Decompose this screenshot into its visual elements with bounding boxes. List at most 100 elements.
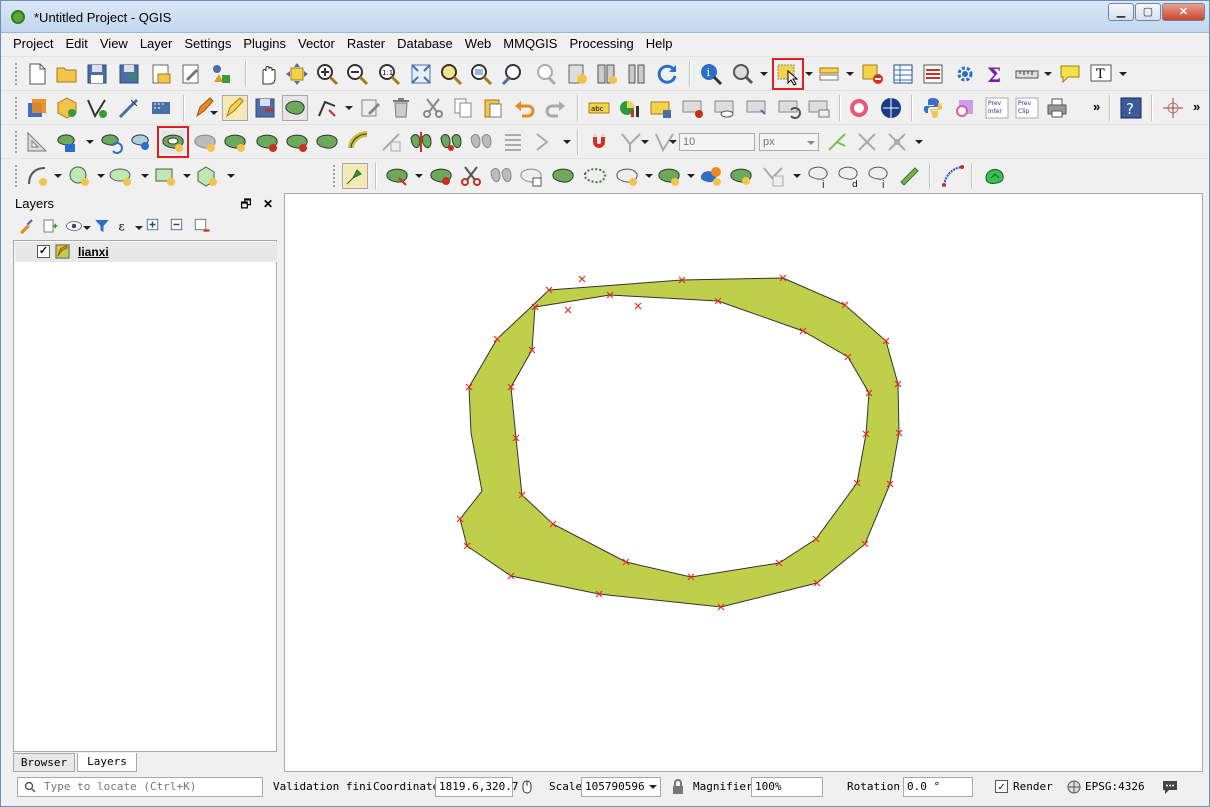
ring-polygon[interactable]: [459, 277, 900, 608]
dropdown-arrow-icon[interactable]: [54, 174, 62, 178]
crosshair-icon[interactable]: [1161, 96, 1185, 120]
style-manager-icon[interactable]: [209, 62, 233, 86]
polygon-d-icon[interactable]: d: [837, 164, 861, 188]
field-calculator-sigma-icon[interactable]: Σ: [983, 62, 1007, 86]
menu-plugins[interactable]: Plugins: [237, 33, 292, 55]
snapping-magnet-icon[interactable]: [587, 130, 611, 154]
ruler-stripes-icon[interactable]: [897, 164, 921, 188]
coordinate-field[interactable]: 1819.6,320.7: [435, 777, 518, 797]
add-regular-polygon-icon[interactable]: [195, 164, 219, 188]
fill-ring-icon[interactable]: [223, 130, 247, 154]
delete-selected-icon[interactable]: [389, 96, 413, 120]
save-layer-edits-icon[interactable]: [253, 96, 277, 120]
label-abc-icon[interactable]: abc: [587, 96, 611, 120]
dropdown-arrow-icon[interactable]: [563, 140, 571, 144]
dropdown-arrow-icon[interactable]: [86, 140, 94, 144]
python-console-icon[interactable]: [921, 96, 945, 120]
polygon-outline-icon[interactable]: [519, 164, 543, 188]
dropdown-arrow-icon[interactable]: [915, 140, 923, 144]
locator-input[interactable]: Type to locate (Ctrl+K): [17, 777, 263, 797]
identify-features-icon[interactable]: i: [699, 62, 723, 86]
menu-mmqgis[interactable]: MMQGIS: [497, 33, 563, 55]
show-bookmarks-icon[interactable]: [595, 62, 619, 86]
vertex-editor-icon[interactable]: [761, 164, 785, 188]
reshape-features-icon[interactable]: [315, 130, 339, 154]
open-layer-styling-icon[interactable]: [17, 217, 35, 235]
menu-help[interactable]: Help: [640, 33, 679, 55]
split-polygon-icon[interactable]: [385, 164, 409, 188]
merge-attributes-icon[interactable]: [501, 130, 525, 154]
messages-bubble-icon[interactable]: [1161, 779, 1179, 795]
refresh-icon[interactable]: [655, 62, 679, 86]
diagram-options-icon[interactable]: [617, 96, 641, 120]
tab-browser[interactable]: Browser: [13, 753, 75, 772]
toolbar-overflow-chevron-icon[interactable]: »: [1093, 99, 1100, 114]
dropdown-arrow-icon[interactable]: [687, 174, 695, 178]
green-polygon-plugin-icon[interactable]: [983, 164, 1007, 188]
polygon-f-icon[interactable]: j: [867, 164, 891, 188]
dropdown-arrow-icon[interactable]: [793, 174, 801, 178]
menu-edit[interactable]: Edit: [59, 33, 93, 55]
polygon-j-icon[interactable]: j: [807, 164, 831, 188]
current-edits-icon[interactable]: [193, 96, 217, 120]
zoom-last-icon[interactable]: [501, 62, 525, 86]
show-hide-labels-icon[interactable]: [713, 96, 737, 120]
menu-vector[interactable]: Vector: [292, 33, 341, 55]
add-rectangle-icon[interactable]: [153, 164, 177, 188]
undo-icon[interactable]: [513, 96, 537, 120]
bezier-curve-icon[interactable]: [941, 164, 965, 188]
dropdown-arrow-icon[interactable]: [669, 140, 677, 144]
data-source-manager-icon[interactable]: [25, 96, 49, 120]
print-icon[interactable]: [1045, 96, 1069, 120]
cut-features-icon[interactable]: [421, 96, 445, 120]
layer-row[interactable]: ✓ lianxi: [15, 242, 277, 262]
minimize-button[interactable]: ▁: [1108, 3, 1134, 21]
zoom-to-selection-icon[interactable]: [439, 62, 463, 86]
expand-all-icon[interactable]: [145, 217, 163, 235]
menu-settings[interactable]: Settings: [178, 33, 237, 55]
prev-clip-icon[interactable]: PrevClip: [1015, 96, 1039, 120]
copy-features-icon[interactable]: [451, 96, 475, 120]
toolbar-grip[interactable]: [333, 165, 337, 187]
dropdown-arrow-icon[interactable]: [97, 174, 105, 178]
merge-selected-features-icon[interactable]: [469, 130, 493, 154]
offset-curve-icon[interactable]: [347, 130, 371, 154]
dropdown-arrow-icon[interactable]: [141, 174, 149, 178]
new-print-layout-icon[interactable]: [149, 62, 173, 86]
dropdown-arrow-icon[interactable]: [1119, 72, 1127, 76]
collapse-all-icon[interactable]: [169, 217, 187, 235]
dropdown-arrow-icon[interactable]: [415, 174, 423, 178]
snap-to-vertex-icon[interactable]: [619, 130, 643, 154]
reverse-line-icon[interactable]: [379, 130, 403, 154]
dropdown-arrow-icon[interactable]: [345, 106, 353, 110]
measure-line-icon[interactable]: [1015, 62, 1039, 86]
change-label-icon[interactable]: [807, 96, 831, 120]
dropdown-arrow-icon[interactable]: [210, 111, 218, 115]
add-polygon-feature-icon[interactable]: [282, 95, 308, 121]
deselect-features-icon[interactable]: [861, 62, 885, 86]
zoom-out-icon[interactable]: [345, 62, 369, 86]
add-group-icon[interactable]: [41, 217, 59, 235]
toolbar-grip[interactable]: [15, 97, 19, 119]
new-geopackage-layer-icon[interactable]: [55, 96, 79, 120]
map-drawing[interactable]: [285, 194, 1203, 772]
menu-web[interactable]: Web: [459, 33, 498, 55]
layer-labeling-icon[interactable]: [649, 96, 673, 120]
delete-part-icon[interactable]: [285, 130, 309, 154]
avoid-overlaps-icon[interactable]: [855, 130, 879, 154]
zoom-full-icon[interactable]: [409, 62, 433, 86]
merge-polygons-icon[interactable]: [551, 164, 575, 188]
geometry-checker-icon[interactable]: [953, 96, 977, 120]
scissors-icon[interactable]: [459, 164, 483, 188]
add-circular-string-icon[interactable]: [25, 164, 49, 188]
zoom-in-icon[interactable]: [315, 62, 339, 86]
new-bookmark-icon[interactable]: [565, 62, 589, 86]
text-annotation-icon[interactable]: T: [1089, 62, 1113, 86]
close-panel-icon[interactable]: ✕: [263, 197, 273, 211]
menu-database[interactable]: Database: [391, 33, 459, 55]
modify-attributes-icon[interactable]: [359, 96, 383, 120]
map-canvas[interactable]: [284, 193, 1203, 772]
menu-view[interactable]: View: [94, 33, 134, 55]
topological-editing-icon[interactable]: [825, 130, 849, 154]
layer-visibility-checkbox[interactable]: ✓: [37, 245, 50, 258]
